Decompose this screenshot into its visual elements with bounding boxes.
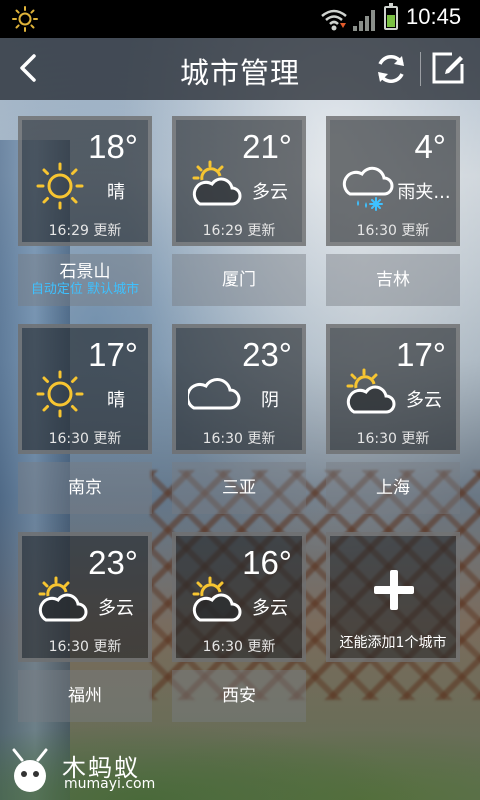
- condition: 多云: [252, 598, 288, 619]
- city-label-xiamen[interactable]: 厦门: [172, 254, 306, 306]
- default-city-tag: 默认城市: [87, 282, 140, 297]
- weather-notification-icon: [12, 6, 38, 32]
- temperature: 4°: [414, 128, 446, 165]
- weather-card-nanjing[interactable]: 17° 晴 16:30 更新: [18, 324, 152, 454]
- city-name: 福州: [68, 686, 102, 706]
- condition: 晴: [107, 390, 125, 411]
- signal-strength-icon: [353, 10, 375, 31]
- city-name: 南京: [68, 478, 102, 498]
- condition: 雨夹...: [397, 182, 451, 203]
- city-name: 石景山: [59, 262, 111, 282]
- city-label-sanya[interactable]: 三亚: [172, 462, 306, 514]
- update-time: 16:30 更新: [48, 639, 122, 655]
- cloud-icon: [188, 378, 241, 410]
- title-divider: [420, 52, 421, 86]
- city-label-fuzhou[interactable]: 福州: [18, 670, 152, 722]
- temperature: 18°: [88, 128, 138, 165]
- sun-icon: [36, 370, 84, 418]
- condition: 多云: [252, 182, 288, 203]
- weather-card-xiamen[interactable]: 21° 多云 16:29 更新: [172, 116, 306, 246]
- condition: 多云: [406, 390, 442, 411]
- city-label-nanjing[interactable]: 南京: [18, 462, 152, 514]
- condition: 多云: [98, 598, 134, 619]
- auto-locate-tag: 自动定位: [30, 282, 83, 297]
- city-name: 三亚: [222, 478, 256, 498]
- partly-cloudy-icon: [192, 160, 242, 206]
- edit-icon[interactable]: [430, 50, 466, 86]
- city-label-jilin[interactable]: 吉林: [326, 254, 460, 306]
- weather-card-sanya[interactable]: 23° 阴 16:30 更新: [172, 324, 306, 454]
- partly-cloudy-icon: [346, 368, 396, 414]
- weather-card-xian[interactable]: 16° 多云 16:30 更新: [172, 532, 306, 662]
- temperature: 16°: [242, 544, 292, 581]
- status-time: 10:45: [406, 4, 462, 29]
- city-name: 上海: [376, 478, 410, 498]
- update-time: 16:30 更新: [356, 223, 430, 239]
- city-label-xian[interactable]: 西安: [172, 670, 306, 722]
- update-time: 16:29 更新: [48, 223, 122, 239]
- watermark-logo: 木蚂蚁 mumayi.com: [6, 746, 166, 798]
- city-label-shijingshan[interactable]: 石景山 自动定位 默认城市: [18, 254, 152, 306]
- city-name: 西安: [222, 686, 256, 706]
- city-name: 厦门: [222, 270, 256, 290]
- temperature: 23°: [242, 336, 292, 373]
- temperature: 17°: [396, 336, 446, 373]
- city-label-shanghai[interactable]: 上海: [326, 462, 460, 514]
- plus-icon: [374, 570, 414, 610]
- temperature: 23°: [88, 544, 138, 581]
- weather-card-jilin[interactable]: 4° 雨夹... 16:30 更新: [326, 116, 460, 246]
- update-time: 16:30 更新: [48, 431, 122, 447]
- city-tags: 自动定位 默认城市: [18, 282, 152, 298]
- title-bar: 城市管理: [0, 38, 480, 100]
- weather-card-shanghai[interactable]: 17° 多云 16:30 更新: [326, 324, 460, 454]
- weather-card-fuzhou[interactable]: 23° 多云 16:30 更新: [18, 532, 152, 662]
- ant-mascot-icon: [12, 748, 48, 792]
- sleet-icon: [342, 166, 394, 211]
- wifi-icon: [321, 9, 347, 31]
- condition: 阴: [261, 390, 279, 411]
- update-time: 16:30 更新: [202, 431, 276, 447]
- update-time: 16:30 更新: [356, 431, 430, 447]
- partly-cloudy-icon: [38, 576, 88, 622]
- city-name: 吉林: [376, 270, 410, 290]
- partly-cloudy-icon: [192, 576, 242, 622]
- sun-icon: [36, 162, 84, 210]
- refresh-icon[interactable]: [372, 50, 410, 88]
- battery-icon: [384, 3, 398, 30]
- add-city-button[interactable]: 还能添加1个城市: [326, 532, 460, 662]
- update-time: 16:30 更新: [202, 639, 276, 655]
- weather-card-shijingshan[interactable]: 18° 晴 16:29 更新: [18, 116, 152, 246]
- temperature: 17°: [88, 336, 138, 373]
- add-city-label: 还能添加1个城市: [339, 635, 447, 651]
- watermark-url: mumayi.com: [64, 776, 156, 792]
- condition: 晴: [107, 182, 125, 203]
- update-time: 16:29 更新: [202, 223, 276, 239]
- status-bar: 10:45: [0, 0, 480, 38]
- temperature: 21°: [242, 128, 292, 165]
